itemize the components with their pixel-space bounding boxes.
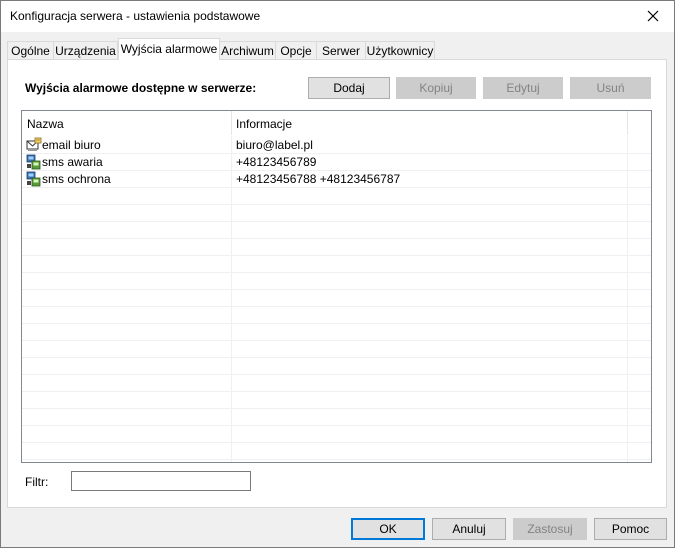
close-button[interactable]: [634, 1, 674, 32]
empty-row: [22, 238, 651, 256]
cancel-button[interactable]: Anuluj: [432, 518, 506, 540]
empty-row: [22, 442, 651, 460]
empty-row: [22, 221, 651, 239]
empty-row: [22, 306, 651, 324]
output-info: biuro@label.pl: [236, 138, 313, 152]
filter-input[interactable]: [71, 471, 251, 491]
tab-archive[interactable]: Archiwum: [219, 41, 276, 59]
output-name: sms ochrona: [42, 172, 111, 186]
edit-button[interactable]: Edytuj: [483, 77, 563, 99]
empty-row: [22, 289, 651, 307]
list-header: Nazwa Informacje: [22, 111, 651, 135]
ok-button[interactable]: OK: [351, 518, 425, 540]
alarm-outputs-list[interactable]: Nazwa Informacje email biuro biuro@label…: [21, 110, 652, 463]
output-info: +48123456788 +48123456787: [236, 172, 401, 186]
empty-row: [22, 272, 651, 290]
apply-button[interactable]: Zastosuj: [513, 518, 587, 540]
tab-devices[interactable]: Urządzenia: [53, 41, 118, 59]
empty-row: [22, 340, 651, 358]
column-header-info[interactable]: Informacje: [231, 111, 627, 135]
empty-row: [22, 323, 651, 341]
empty-row: [22, 425, 651, 443]
output-info: +48123456789: [236, 155, 317, 169]
output-name: email biuro: [42, 138, 101, 152]
window-title: Konfiguracja serwera - ustawienia podsta…: [10, 9, 261, 23]
tab-server[interactable]: Serwer: [316, 41, 366, 59]
list-item[interactable]: sms awaria +48123456789: [22, 153, 651, 171]
empty-row: [22, 187, 651, 205]
email-output-icon: [26, 137, 42, 153]
output-name: sms awaria: [42, 155, 103, 169]
empty-row: [22, 255, 651, 273]
tab-users[interactable]: Użytkownicy: [365, 41, 435, 59]
title-bar: Konfiguracja serwera - ustawienia podsta…: [1, 1, 674, 32]
sms-output-icon: [26, 171, 42, 187]
empty-row: [22, 204, 651, 222]
copy-button[interactable]: Kopiuj: [396, 77, 476, 99]
list-item[interactable]: email biuro biuro@label.pl: [22, 136, 651, 154]
tab-alarm-outputs[interactable]: Wyjścia alarmowe: [118, 38, 220, 60]
close-icon: [647, 10, 659, 22]
column-header-name[interactable]: Nazwa: [22, 111, 231, 135]
add-button[interactable]: Dodaj: [308, 77, 390, 99]
empty-row: [22, 408, 651, 426]
help-button[interactable]: Pomoc: [594, 518, 667, 540]
column-divider[interactable]: [627, 111, 628, 135]
sms-output-icon: [26, 154, 42, 170]
tab-general[interactable]: Ogólne: [7, 41, 54, 59]
filter-label: Filtr:: [25, 475, 49, 489]
list-item[interactable]: sms ochrona +48123456788 +48123456787: [22, 170, 651, 188]
section-heading: Wyjścia alarmowe dostępne w serwerze:: [25, 81, 257, 95]
empty-row: [22, 374, 651, 392]
empty-row: [22, 357, 651, 375]
tab-options[interactable]: Opcje: [275, 41, 317, 59]
delete-button[interactable]: Usuń: [570, 77, 651, 99]
empty-row: [22, 391, 651, 409]
